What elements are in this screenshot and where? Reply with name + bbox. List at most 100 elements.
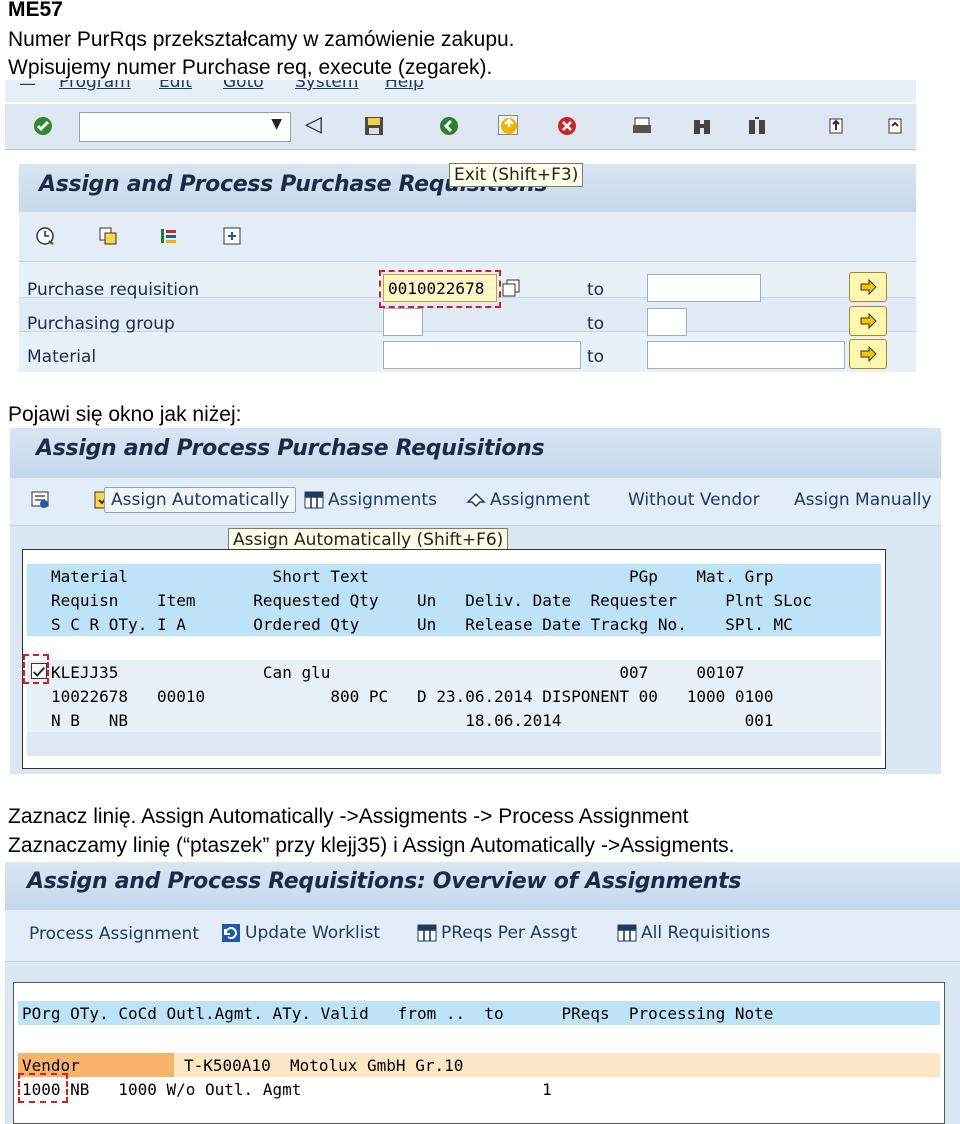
- cancel-icon[interactable]: [557, 116, 577, 136]
- menu-system[interactable]: System: [295, 80, 358, 92]
- checkbox-highlight-box: [23, 654, 49, 684]
- back-arrow-icon[interactable]: ◁: [305, 112, 322, 137]
- row-status-line: N B NB 18.06.2014 001: [51, 711, 774, 730]
- purchasing-group-to-input[interactable]: [647, 308, 687, 336]
- table-row[interactable]: N B NB 18.06.2014 001: [27, 708, 881, 732]
- highlight-box: [379, 270, 501, 308]
- get-variant-icon[interactable]: [98, 226, 118, 246]
- page-title-3: Assign and Process Requisitions: Overvie…: [27, 869, 742, 894]
- purchasing-group-label: Purchasing group: [27, 314, 175, 334]
- assign-automatically-button[interactable]: Assign Automatically: [104, 487, 297, 513]
- assignments-button[interactable]: Assignments: [304, 490, 437, 510]
- exit-tooltip: Exit (Shift+F3): [449, 163, 584, 187]
- material-to-label: to: [587, 347, 605, 367]
- table-icon: [304, 490, 324, 510]
- find-next-icon[interactable]: [747, 116, 767, 136]
- table-icon: [617, 923, 637, 943]
- application-toolbar-3: Process Assignment Update Worklist PReqs…: [5, 910, 960, 962]
- doc-heading: ME57: [8, 0, 63, 21]
- application-toolbar: [19, 212, 916, 262]
- without-vendor-label: Without Vendor: [628, 490, 760, 510]
- menu-help[interactable]: Help: [385, 80, 424, 92]
- vendor-value: T-K500A10 Motolux GmbH Gr.10: [184, 1056, 464, 1075]
- chevron-down-icon[interactable]: ▼: [271, 116, 282, 132]
- row-material-line: KLEJJ35 Can glu 007 00107: [51, 663, 745, 682]
- doc-between-2a: Zaznacz linię. Assign Automatically ->As…: [8, 805, 689, 828]
- assignment-button[interactable]: Assignment: [466, 490, 590, 510]
- back-icon[interactable]: [439, 116, 459, 136]
- purchase-requisition-to-input[interactable]: [647, 274, 761, 302]
- menu-program[interactable]: Program: [59, 80, 131, 92]
- table-row[interactable]: 1000 NB 1000 W/o Outl. Agmt 1: [18, 1077, 940, 1101]
- menu-icon[interactable]: —: [19, 80, 36, 94]
- material-multi-button[interactable]: [849, 339, 887, 369]
- preqs-per-assgt-label: PReqs Per Assgt: [441, 923, 578, 943]
- table-row[interactable]: KLEJJ35 Can glu 007 00107: [27, 660, 881, 684]
- update-worklist-button[interactable]: Update Worklist: [221, 923, 380, 943]
- multiple-selection-icon[interactable]: [501, 278, 521, 298]
- material-input[interactable]: [383, 341, 581, 369]
- assignment-header-row: POrg OTy. CoCd Outl.Agmt. ATy. Valid fro…: [18, 1001, 940, 1025]
- process-assignment-button[interactable]: Process Assignment: [29, 924, 199, 944]
- process-assignment-label: Process Assignment: [29, 924, 199, 944]
- print-icon[interactable]: [632, 116, 652, 136]
- list-header-row-1: Material Short Text PGp Mat. Grp: [27, 564, 881, 588]
- title-bar-3: Assign and Process Requisitions: Overvie…: [5, 862, 960, 910]
- all-selections-icon[interactable]: [222, 226, 242, 246]
- assign-manually-label: Assign Manually: [794, 490, 932, 510]
- purchasing-group-input[interactable]: [383, 308, 423, 336]
- assignments-label: Assignments: [328, 490, 437, 510]
- without-vendor-button[interactable]: Without Vendor: [628, 490, 760, 510]
- find-icon[interactable]: [692, 116, 712, 136]
- purchase-requisition-label: Purchase requisition: [27, 280, 200, 300]
- refresh-icon: [221, 923, 241, 943]
- menu-goto[interactable]: Goto: [223, 80, 264, 92]
- purchasing-group-to-label: to: [587, 314, 605, 334]
- dynamic-selections-icon[interactable]: [159, 226, 179, 246]
- assignment-label: Assignment: [490, 490, 591, 510]
- assign-automatically-label: Assign Automatically: [111, 490, 290, 510]
- assign-manually-button[interactable]: Assign Manually: [794, 490, 932, 510]
- material-label: Material: [27, 347, 97, 367]
- all-requisitions-button[interactable]: All Requisitions: [617, 923, 770, 943]
- requisition-list: Material Short Text PGp Mat. Grp Requisn…: [22, 549, 886, 769]
- material-to-input[interactable]: [647, 341, 845, 369]
- standard-toolbar: ▼ ◁: [5, 104, 916, 150]
- purchase-requisition-multi-button[interactable]: [849, 272, 887, 302]
- screenshot-selection-screen: — Program Edit Goto System Help ▼ ◁ Assi…: [5, 80, 916, 372]
- screenshot-assign-process: Assign and Process Purchase Requisitions…: [10, 428, 941, 774]
- list-header-row-3: S C R OTy. I A Ordered Qty Un Release Da…: [27, 612, 881, 636]
- list-header-2: Requisn Item Requested Qty Un Deliv. Dat…: [51, 591, 812, 610]
- row-requisition-line: 10022678 00010 800 PC D 23.06.2014 DISPO…: [51, 687, 774, 706]
- execute-clock-icon[interactable]: [35, 226, 55, 246]
- assignment-row: 1000 NB 1000 W/o Outl. Agmt 1: [22, 1080, 552, 1099]
- previous-page-icon[interactable]: [885, 116, 905, 136]
- doc-line-2: Wpisujemy numer Purchase req, execute (z…: [8, 56, 493, 79]
- purchase-requisition-to-label: to: [587, 280, 605, 300]
- refresh-list-icon[interactable]: [30, 490, 50, 510]
- doc-line-1: Numer PurRqs przekształcamy w zamówienie…: [8, 28, 515, 51]
- application-toolbar-2: Assign Automatically Assignments Assignm…: [10, 478, 941, 526]
- assignment-list: POrg OTy. CoCd Outl.Agmt. ATy. Valid fro…: [13, 982, 945, 1124]
- enter-check-icon[interactable]: [33, 116, 53, 136]
- assign-arrow-icon: [466, 490, 486, 510]
- assignment-header: POrg OTy. CoCd Outl.Agmt. ATy. Valid fro…: [22, 1004, 774, 1023]
- table-row[interactable]: 10022678 00010 800 PC D 23.06.2014 DISPO…: [27, 684, 881, 708]
- update-worklist-label: Update Worklist: [245, 923, 380, 943]
- list-header-1: Material Short Text PGp Mat. Grp: [51, 567, 774, 586]
- title-bar-2: Assign and Process Purchase Requisitions: [10, 428, 941, 478]
- command-field[interactable]: ▼: [79, 112, 291, 142]
- vendor-row[interactable]: Vendor T-K500A10 Motolux GmbH Gr.10: [18, 1053, 940, 1077]
- preqs-per-assgt-button[interactable]: PReqs Per Assgt: [417, 923, 577, 943]
- screenshot-overview-assignments: Assign and Process Requisitions: Overvie…: [5, 862, 960, 1124]
- page-title-2: Assign and Process Purchase Requisitions: [36, 436, 545, 461]
- list-header-3: S C R OTy. I A Ordered Qty Un Release Da…: [51, 615, 793, 634]
- exit-icon[interactable]: [498, 115, 519, 135]
- selection-area: Purchase requisition 0010022678 to Purch…: [19, 262, 916, 372]
- doc-between-2b: Zaznaczamy linię (“ptaszek” przy klejj35…: [8, 834, 735, 857]
- save-icon[interactable]: [364, 116, 384, 136]
- first-page-icon[interactable]: [826, 116, 846, 136]
- purchasing-group-multi-button[interactable]: [849, 306, 887, 336]
- menu-bar: — Program Edit Goto System Help: [5, 80, 916, 102]
- menu-edit[interactable]: Edit: [159, 80, 192, 92]
